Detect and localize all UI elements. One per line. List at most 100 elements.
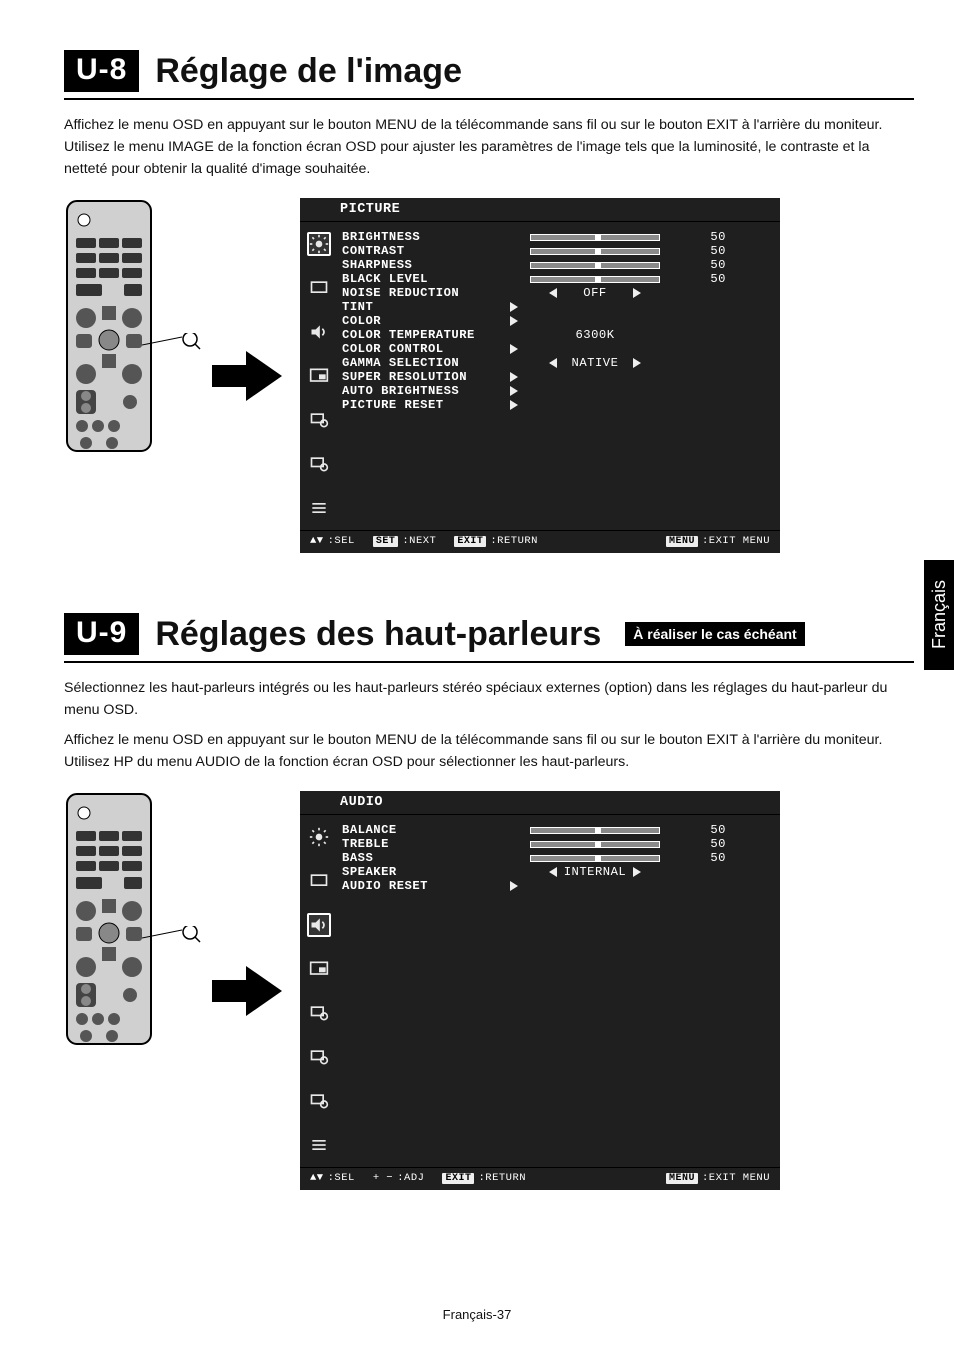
slider-bar: [530, 827, 660, 834]
osd-row-value: 50: [680, 823, 726, 837]
osd-icon-pip: [307, 957, 331, 981]
language-tab: Français: [924, 560, 954, 670]
osd-row-control: [510, 386, 680, 396]
arrow-right-icon: [633, 358, 641, 368]
osd-row-value: 50: [680, 258, 726, 272]
osd-row: SPEAKERINTERNAL: [342, 865, 774, 879]
osd-picture-footer: ▲▼:SEL SET:NEXT EXIT:RETURN MENU:EXIT ME…: [300, 530, 780, 553]
footer-adj: :ADJ: [397, 1172, 424, 1184]
osd-row-label: BRIGHTNESS: [342, 230, 510, 244]
figure-u9: AUDIO BALANCE50TREBLE50BASS50SPEAKERINTE…: [64, 791, 914, 1190]
osd-icon-list: [307, 1133, 331, 1157]
arrow-left-icon: [549, 288, 557, 298]
osd-row-label: COLOR CONTROL: [342, 342, 510, 356]
osd-row-value: 50: [680, 230, 726, 244]
osd-row-control: 6300K: [510, 328, 680, 342]
osd-row-control: [510, 248, 680, 255]
footer-exit-key: EXIT: [442, 1173, 474, 1184]
osd-row-control: [510, 262, 680, 269]
arrow-right-icon: [510, 316, 518, 326]
osd-row-label: COLOR TEMPERATURE: [342, 328, 510, 342]
osd-icon-screen: [307, 869, 331, 893]
osd-row-label: BASS: [342, 851, 510, 865]
arrow-left-icon: [549, 358, 557, 368]
osd-row-control: [510, 400, 680, 410]
section-u8-body: Affichez le menu OSD en appuyant sur le …: [64, 114, 914, 180]
osd-audio-footer: ▲▼:SEL + −:ADJ EXIT:RETURN MENU:EXIT MEN…: [300, 1167, 780, 1190]
slider-bar: [530, 262, 660, 269]
osd-row: AUDIO RESET: [342, 879, 774, 893]
language-tab-label: Français: [929, 580, 950, 649]
osd-row-control: [510, 276, 680, 283]
osd-row-value: 50: [680, 272, 726, 286]
slider-bar: [530, 248, 660, 255]
osd-row: CONTRAST 50: [342, 244, 774, 258]
osd-row-label: CONTRAST: [342, 244, 510, 258]
arrow-right-icon: [510, 302, 518, 312]
osd-icon-settings-1: [307, 1001, 331, 1025]
osd-icon-pip: [307, 364, 331, 388]
section-u9-badge: U-9: [64, 613, 139, 655]
remote-icon: [64, 791, 154, 1051]
osd-icon-settings-1: [307, 408, 331, 432]
osd-row-label: TINT: [342, 300, 510, 314]
section-u8-header: U-8 Réglage de l'image: [64, 50, 914, 92]
osd-row-control: OFF: [510, 286, 680, 300]
osd-icon-settings-3: [307, 1089, 331, 1113]
osd-row-label: TREBLE: [342, 837, 510, 851]
footer-sel-glyph: ▲▼: [310, 535, 324, 547]
section-u8-badge: U-8: [64, 50, 139, 92]
section-u9-note: À réaliser le cas échéant: [625, 622, 804, 646]
osd-icon-audio: [307, 320, 331, 344]
osd-row-control: INTERNAL: [510, 865, 680, 879]
osd-audio-title: AUDIO: [300, 791, 780, 815]
osd-icon-settings-2: [307, 1045, 331, 1069]
osd-audio-panel: AUDIO BALANCE50TREBLE50BASS50SPEAKERINTE…: [300, 791, 780, 1190]
arrow-right-icon: [212, 964, 282, 1018]
osd-icon-settings-2: [307, 452, 331, 476]
osd-row: BLACK LEVEL 50: [342, 272, 774, 286]
footer-sel: :SEL: [328, 535, 355, 547]
osd-row-control: [510, 827, 680, 834]
arrow-right-icon: [510, 344, 518, 354]
osd-row-control: [510, 372, 680, 382]
select-value: NATIVE: [563, 356, 627, 370]
osd-row-value: 50: [680, 244, 726, 258]
section-u9-header: U-9 Réglages des haut-parleurs À réalise…: [64, 613, 914, 655]
section-u9-body-1: Sélectionnez les haut-parleurs intégrés …: [64, 677, 914, 721]
osd-row: GAMMA SELECTION NATIVE: [342, 356, 774, 370]
osd-row-control: [510, 344, 680, 354]
osd-audio-sidebar: [300, 815, 338, 1167]
arrow-right-icon: [633, 288, 641, 298]
footer-set: :NEXT: [402, 535, 436, 547]
page-number: Français-37: [0, 1307, 954, 1322]
osd-row-label: SUPER RESOLUTION: [342, 370, 510, 384]
osd-icon-list: [307, 496, 331, 520]
osd-icon-brightness: [307, 232, 331, 256]
osd-picture-rows: BRIGHTNESS50CONTRAST50SHARPNESS50BLACK L…: [338, 222, 780, 530]
footer-menu: :EXIT MENU: [702, 535, 770, 547]
osd-row-label: GAMMA SELECTION: [342, 356, 510, 370]
osd-row: SUPER RESOLUTION: [342, 370, 774, 384]
footer-adj-glyph: + −: [373, 1172, 393, 1184]
osd-row-label: SHARPNESS: [342, 258, 510, 272]
remote-illustration-2: [64, 791, 194, 1056]
footer-menu: :EXIT MENU: [702, 1172, 770, 1184]
osd-row: SHARPNESS 50: [342, 258, 774, 272]
text-value: 6300K: [563, 328, 627, 342]
osd-icon-screen: [307, 276, 331, 300]
osd-row-control: NATIVE: [510, 356, 680, 370]
section-u9-body-2: Affichez le menu OSD en appuyant sur le …: [64, 729, 914, 773]
select-value: INTERNAL: [563, 865, 627, 879]
section-u8-rule: [64, 98, 914, 100]
osd-row-value: 50: [680, 837, 726, 851]
osd-row: BRIGHTNESS 50: [342, 230, 774, 244]
callout-magnifier-icon: [142, 926, 202, 956]
footer-set-key: SET: [373, 536, 399, 547]
osd-row-control: [510, 841, 680, 848]
osd-row-label: BLACK LEVEL: [342, 272, 510, 286]
osd-row-label: AUTO BRIGHTNESS: [342, 384, 510, 398]
arrow-right-icon: [510, 881, 518, 891]
section-u9-rule: [64, 661, 914, 663]
arrow-right-icon: [510, 372, 518, 382]
